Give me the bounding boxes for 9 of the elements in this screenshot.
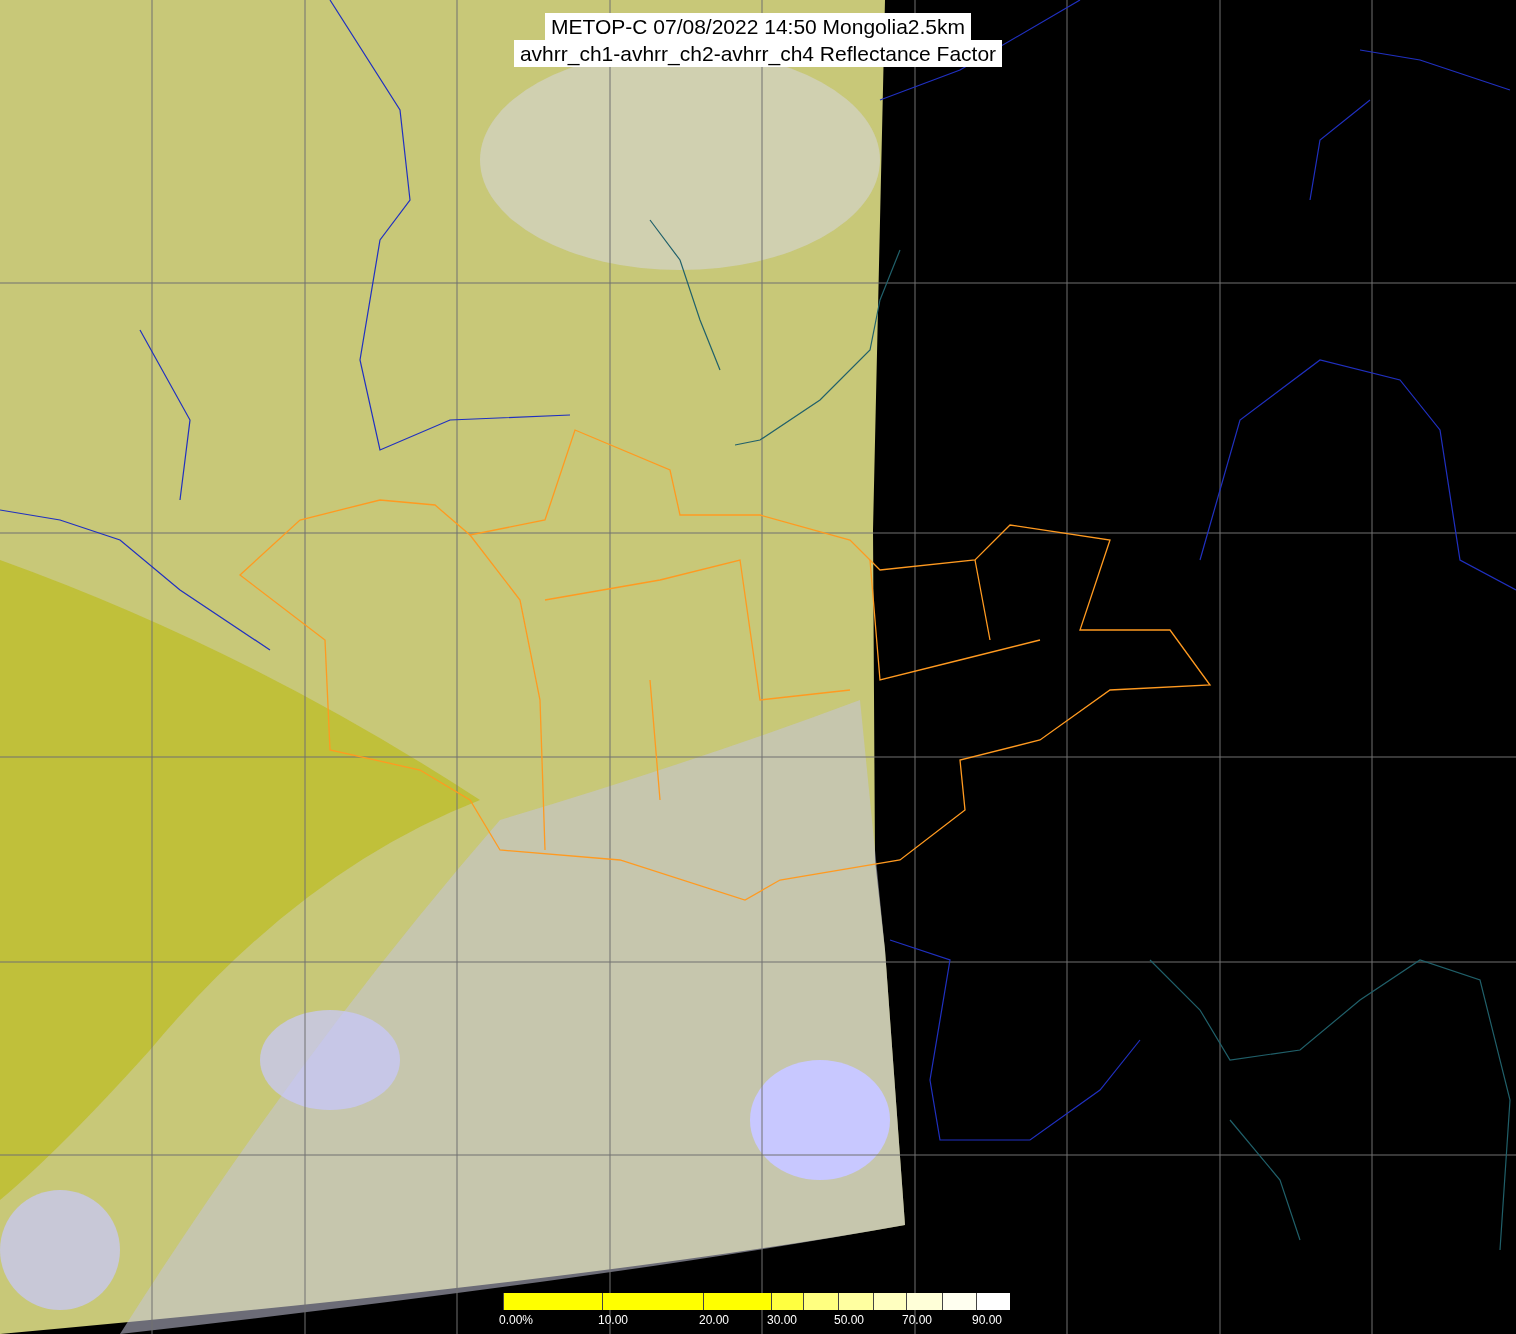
colorbar-tick-label: 0.00% — [499, 1313, 534, 1327]
image-title: METOP-C 07/08/2022 14:50 Mongolia2.5km — [545, 13, 971, 40]
colorbar-tick-label: 70.00 — [902, 1313, 933, 1327]
colorbar-tick-label: 90.00 — [972, 1313, 1003, 1327]
colorbar-tick-label: 50.00 — [834, 1313, 865, 1327]
colorbar-tick-label: 30.00 — [767, 1313, 798, 1327]
image-title: avhrr_ch1-avhrr_ch2-avhrr_ch4 Reflectance Factor — [513, 40, 1003, 67]
colorbar-tick-label: 10.00 — [598, 1313, 629, 1327]
colorbar-tick-label: 20.00 — [699, 1313, 730, 1327]
